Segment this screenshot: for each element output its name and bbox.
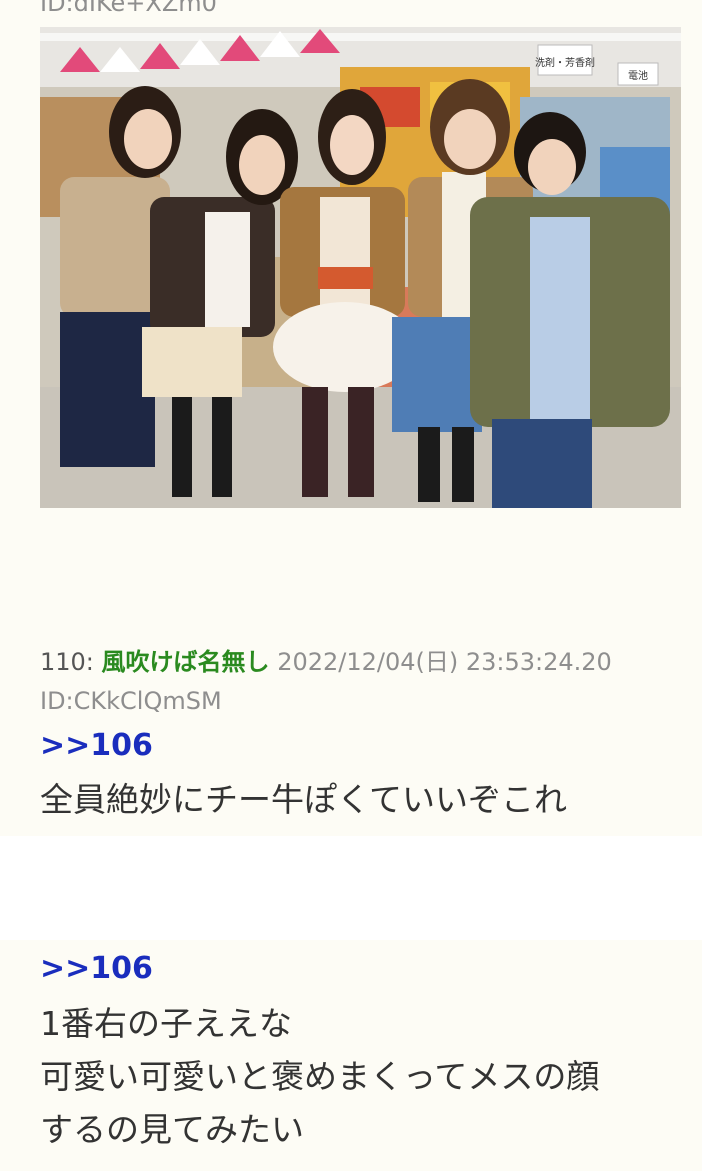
post-body-line: するの見てみたい: [40, 1110, 304, 1149]
post-body-line: 1番右の子ええな: [40, 1004, 292, 1043]
post-image[interactable]: 洗剤・芳香剤 電池: [40, 27, 681, 508]
group-photo-icon: 洗剤・芳香剤 電池: [40, 27, 681, 508]
post-body-line: 可愛い可愛いと褒めまくってメスの顔: [40, 1057, 600, 1096]
reply-anchor-link[interactable]: >>106: [40, 951, 153, 987]
post-body: 全員絶妙にチー牛ぽくていいぞこれ: [40, 780, 568, 819]
post-number[interactable]: 110:: [40, 648, 94, 676]
reply-anchor-link[interactable]: >>106: [40, 728, 153, 764]
post-id-line[interactable]: ID:CKkClQmSM: [40, 685, 222, 717]
sign-detergent: 洗剤・芳香剤: [535, 56, 595, 69]
post-header: 110: 風吹けば名無し 2022/12/04(日) 23:53:24.20: [40, 646, 700, 678]
post-id-line: ID:dIKe+XZm0: [40, 0, 217, 17]
post-datetime: 2022/12/04(日) 23:53:24.20: [277, 648, 612, 676]
sign-battery: 電池: [628, 69, 648, 82]
poster-name: 風吹けば名無し: [101, 648, 270, 676]
scroll-gutter: [702, 0, 720, 1171]
